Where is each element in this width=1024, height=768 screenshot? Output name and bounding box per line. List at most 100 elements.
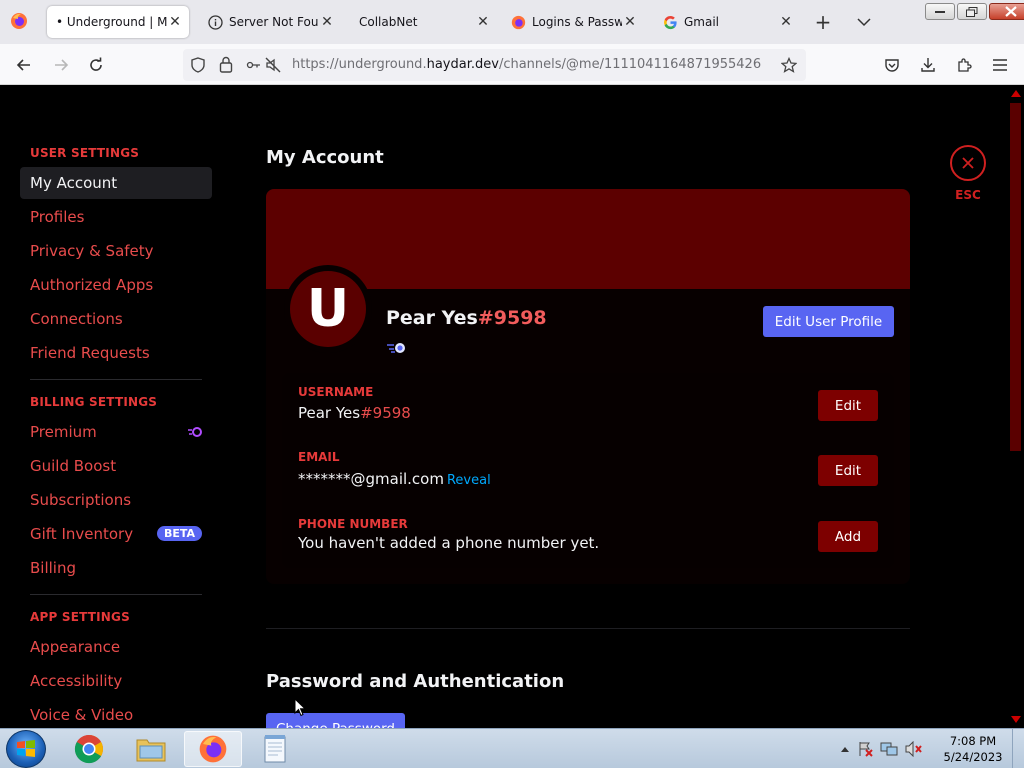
tab-collabnet[interactable]: CollabNet ✕	[351, 6, 497, 38]
sidebar-item-authorized-apps[interactable]: Authorized Apps	[20, 269, 212, 301]
url-bar[interactable]: https://underground.haydar.dev/channels/…	[183, 49, 806, 81]
volume-muted-icon[interactable]	[905, 741, 923, 757]
bookmark-star-icon[interactable]	[781, 57, 797, 73]
mouse-cursor-icon	[294, 698, 306, 717]
tab-server-not-found[interactable]: Server Not Found ✕	[199, 6, 341, 38]
sidebar-item-accessibility[interactable]: Accessibility	[20, 665, 212, 697]
taskbar-chrome[interactable]	[60, 731, 118, 767]
windows-taskbar: 7:08 PM 5/24/2023	[0, 728, 1024, 768]
scrollbar-thumb[interactable]	[1010, 103, 1021, 451]
close-settings-button[interactable]	[950, 145, 986, 181]
edit-username-button[interactable]: Edit	[818, 390, 878, 421]
reload-icon[interactable]	[85, 54, 107, 76]
tab-close-icon[interactable]: ✕	[167, 14, 183, 30]
start-button[interactable]	[6, 730, 46, 768]
tab-title: CollabNet	[359, 15, 418, 29]
tracking-protection-shield-icon[interactable]	[190, 57, 206, 73]
tab-underground[interactable]: • Underground | My Account ✕	[47, 6, 189, 38]
sidebar-item-label: Gift Inventory	[30, 525, 134, 543]
sidebar-item-profiles[interactable]: Profiles	[20, 201, 212, 233]
sidebar-item-label: Premium	[30, 423, 97, 441]
extensions-icon[interactable]	[953, 54, 975, 76]
list-all-tabs-chevron-icon[interactable]	[854, 12, 874, 32]
page-scrollbar[interactable]	[1007, 85, 1024, 728]
page-title: My Account	[266, 147, 384, 168]
tab-close-icon[interactable]: ✕	[622, 14, 638, 30]
scroll-down-arrow-icon[interactable]	[1011, 716, 1021, 723]
pocket-icon[interactable]	[881, 54, 903, 76]
chrome-icon	[74, 735, 103, 764]
sidebar-item-connections[interactable]: Connections	[20, 303, 212, 335]
account-card: U Pear Yes#9598 Edit User Profile USERNA…	[266, 189, 910, 584]
username-discriminator: #9598	[360, 404, 411, 422]
window-close-icon[interactable]	[989, 3, 1024, 20]
reveal-email-link[interactable]: Reveal	[447, 473, 491, 488]
url-prefix: https://underground.	[292, 57, 427, 72]
sidebar-item-my-account[interactable]: My Account	[20, 167, 212, 199]
sidebar-divider	[30, 594, 202, 595]
avatar[interactable]: U	[290, 271, 366, 347]
folder-icon	[136, 739, 166, 762]
browser-tab-strip: • Underground | My Account ✕ Server Not …	[0, 0, 1024, 44]
edit-email-button[interactable]: Edit	[818, 455, 878, 486]
sidebar-item-guild-boost[interactable]: Guild Boost	[20, 450, 212, 482]
firefox-menu-icon[interactable]	[10, 12, 28, 30]
taskbar-clock[interactable]: 7:08 PM 5/24/2023	[938, 733, 1008, 765]
hamburger-menu-icon[interactable]	[989, 54, 1011, 76]
minimize-icon[interactable]	[925, 3, 955, 20]
downloads-icon[interactable]	[917, 54, 939, 76]
sidebar-item-voice-video[interactable]: Voice & Video	[20, 699, 212, 728]
notepad-icon	[264, 735, 286, 763]
sidebar-item-friend-requests[interactable]: Friend Requests	[20, 337, 212, 369]
taskbar-explorer[interactable]	[122, 731, 180, 767]
tab-gmail[interactable]: Gmail ✕	[654, 6, 800, 38]
sidebar-item-premium[interactable]: Premium	[20, 416, 212, 448]
scroll-up-arrow-icon[interactable]	[1011, 90, 1021, 97]
add-phone-button[interactable]: Add	[818, 521, 878, 552]
tab-close-icon[interactable]: ✕	[778, 14, 794, 30]
new-tab-plus-icon[interactable]: +	[812, 11, 834, 33]
account-fields-panel: USERNAME Pear Yes#9598 Edit EMAIL ******…	[282, 373, 894, 568]
sidebar-item-billing[interactable]: Billing	[20, 552, 212, 584]
clock-time: 7:08 PM	[949, 734, 997, 748]
clock-date: 5/24/2023	[943, 750, 1003, 764]
sidebar-item-subscriptions[interactable]: Subscriptions	[20, 484, 212, 516]
back-arrow-icon[interactable]	[13, 54, 35, 76]
permissions-icon[interactable]	[245, 57, 261, 73]
tab-title: Logins & Passwords	[532, 15, 622, 29]
tab-logins-passwords[interactable]: Logins & Passwords ✕	[502, 6, 644, 38]
url-host: haydar.dev	[426, 57, 499, 72]
settings-page: USER SETTINGS My Account Profiles Privac…	[0, 85, 1007, 728]
edit-user-profile-button[interactable]: Edit User Profile	[763, 306, 894, 337]
lock-icon[interactable]	[219, 56, 233, 73]
restore-icon[interactable]	[957, 3, 987, 20]
phone-value: You haven't added a phone number yet.	[298, 534, 600, 552]
autoplay-blocked-icon[interactable]	[265, 57, 281, 73]
network-icon[interactable]	[880, 741, 898, 757]
tab-close-icon[interactable]: ✕	[319, 14, 335, 30]
phone-label: PHONE NUMBER	[298, 517, 408, 531]
taskbar-firefox[interactable]	[184, 731, 242, 767]
url-text[interactable]: https://underground.haydar.dev/channels/…	[292, 57, 761, 72]
sidebar-item-appearance[interactable]: Appearance	[20, 631, 212, 663]
google-icon	[662, 14, 678, 30]
show-hidden-icons-icon[interactable]	[840, 745, 850, 753]
avatar-letter: U	[306, 279, 350, 339]
sidebar-item-privacy-safety[interactable]: Privacy & Safety	[20, 235, 212, 267]
profile-name: Pear Yes	[386, 307, 478, 329]
sidebar-item-gift-inventory[interactable]: Gift Inventory BETA	[20, 518, 212, 550]
show-desktop-button[interactable]	[1012, 729, 1024, 768]
change-password-button[interactable]: Change Password	[266, 713, 405, 728]
tab-close-icon[interactable]: ✕	[475, 14, 491, 30]
taskbar-notepad[interactable]	[246, 731, 304, 767]
forward-arrow-icon[interactable]	[50, 54, 72, 76]
info-icon	[207, 14, 223, 30]
email-label: EMAIL	[298, 450, 340, 464]
email-value: *******@gmail.com Reveal	[298, 470, 491, 488]
firefox-icon	[510, 14, 526, 30]
beta-badge: BETA	[156, 526, 202, 541]
tab-title: Gmail	[684, 15, 720, 29]
profile-username: Pear Yes#9598	[386, 307, 547, 329]
url-path: /channels/@me/1111041164871955426	[498, 57, 762, 72]
action-center-flag-icon[interactable]	[857, 741, 873, 757]
